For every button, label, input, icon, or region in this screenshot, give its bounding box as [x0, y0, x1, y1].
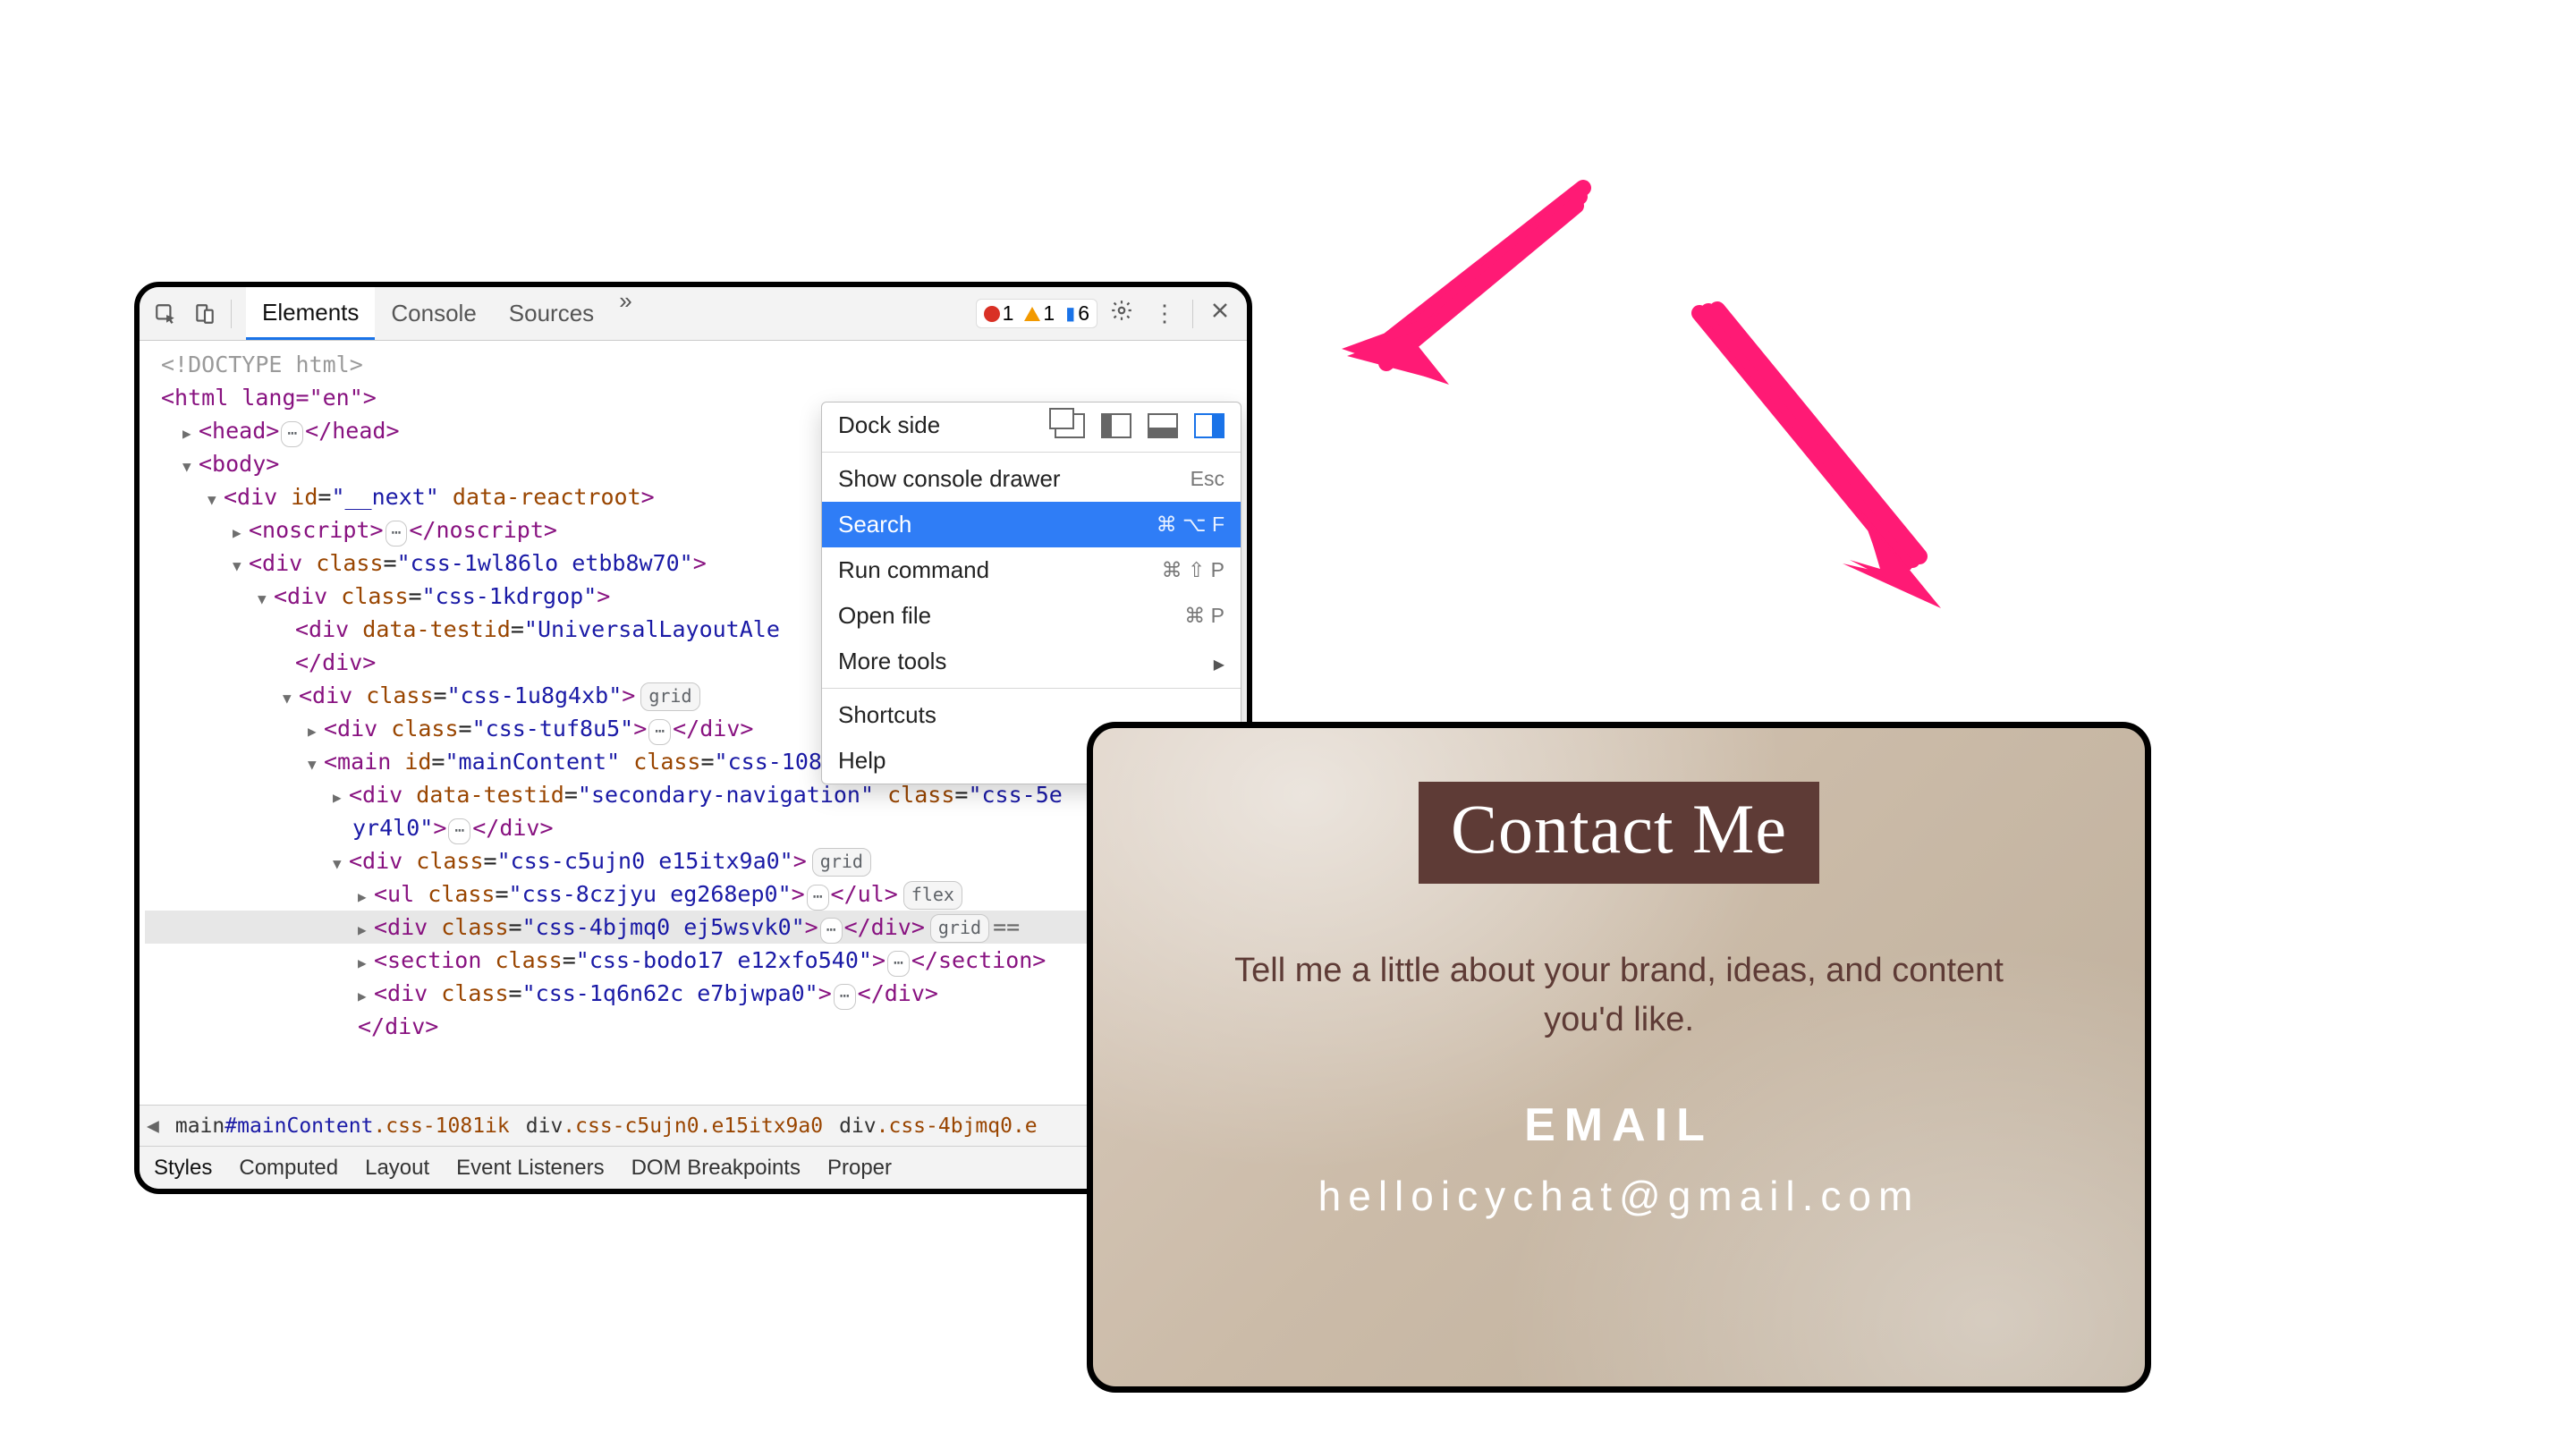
contact-card: Contact Me Tell me a little about your b… — [1087, 722, 2151, 1393]
dom-html[interactable]: <html lang="en"> — [161, 385, 377, 411]
inspect-icon[interactable] — [148, 297, 182, 331]
subtab-properties[interactable]: Proper — [827, 1156, 892, 1181]
tab-sources[interactable]: Sources — [493, 287, 610, 340]
issue-badges[interactable]: 1 1 ▮6 — [976, 299, 1097, 328]
devtools-body: <!DOCTYPE html> <html lang="en"> <head>⋯… — [140, 341, 1247, 1105]
menu-search[interactable]: Search⌘ ⌥ F — [822, 502, 1241, 547]
breadcrumb-item[interactable]: div.css-c5ujn0.e15itx9a0 — [526, 1114, 823, 1138]
grid-badge[interactable]: grid — [640, 682, 699, 711]
dock-side-label: Dock side — [838, 411, 1038, 439]
contact-subtitle: Tell me a little about your brand, ideas… — [1216, 946, 2021, 1045]
dock-popout-icon[interactable] — [1055, 413, 1085, 438]
errors-count: 1 — [1003, 301, 1014, 326]
warning-icon — [1024, 307, 1040, 321]
flex-badge[interactable]: flex — [903, 881, 962, 910]
tab-console[interactable]: Console — [375, 287, 492, 340]
menu-dock-side: Dock side — [822, 402, 1241, 448]
breadcrumb-item[interactable]: main#mainContent.css-1081ik — [175, 1114, 510, 1138]
dom-close: </div> — [295, 649, 376, 675]
styles-subtabs: Styles Computed Layout Event Listeners D… — [140, 1146, 1247, 1189]
contact-title: Contact Me — [1419, 782, 1819, 884]
close-icon[interactable] — [1202, 300, 1238, 327]
error-dot-icon — [984, 306, 1000, 322]
warnings-badge[interactable]: 1 — [1024, 301, 1055, 326]
devtools-toolbar: Elements Console Sources » 1 1 ▮6 ⋮ — [140, 287, 1247, 341]
breadcrumb-item[interactable]: div.css-4bjmq0.e — [839, 1114, 1038, 1138]
messages-badge[interactable]: ▮6 — [1065, 301, 1089, 326]
kebab-menu-icon[interactable]: ⋮ — [1146, 300, 1183, 327]
contact-email-heading: EMAIL — [1524, 1098, 1714, 1152]
subtab-computed[interactable]: Computed — [239, 1156, 338, 1181]
submenu-arrow-icon — [1214, 648, 1224, 675]
subtab-dom-breakpoints[interactable]: DOM Breakpoints — [631, 1156, 801, 1181]
errors-badge[interactable]: 1 — [984, 301, 1014, 326]
settings-gear-icon[interactable] — [1103, 299, 1140, 328]
dom-body[interactable]: <body> — [199, 451, 279, 477]
dom-doctype: <!DOCTYPE html> — [161, 352, 363, 377]
ellipsis-icon[interactable]: ⋯ — [281, 421, 303, 447]
dom-breadcrumbs[interactable]: ◀ main#mainContent.css-1081ik div.css-c5… — [140, 1105, 1247, 1146]
devtools-tabs: Elements Console Sources » — [246, 287, 641, 340]
dock-left-icon[interactable] — [1101, 413, 1131, 438]
menu-run-command[interactable]: Run command⌘ ⇧ P — [822, 547, 1241, 593]
tab-elements[interactable]: Elements — [246, 287, 375, 340]
grid-badge[interactable]: grid — [812, 848, 871, 877]
menu-more-tools[interactable]: More tools — [822, 639, 1241, 684]
contact-email: helloicychat@gmail.com — [1318, 1172, 1920, 1220]
messages-count: 6 — [1078, 301, 1089, 326]
tabs-overflow-icon[interactable]: » — [610, 287, 640, 340]
subtab-event-listeners[interactable]: Event Listeners — [456, 1156, 604, 1181]
devtools-window: Elements Console Sources » 1 1 ▮6 ⋮ <!DO… — [134, 282, 1252, 1194]
dom-head[interactable]: <head> — [199, 418, 279, 444]
dock-right-icon[interactable] — [1194, 413, 1224, 438]
message-icon: ▮ — [1065, 302, 1075, 325]
subtab-styles[interactable]: Styles — [154, 1156, 212, 1181]
menu-show-console[interactable]: Show console drawerEsc — [822, 456, 1241, 502]
breadcrumb-back-icon[interactable]: ◀ — [147, 1114, 159, 1138]
selected-dom-node[interactable]: ⋯ <div class="css-4bjmq0 ej5wsvk0">⋯</di… — [145, 911, 1247, 944]
warnings-count: 1 — [1043, 301, 1055, 326]
arrow-annotation-icon — [1673, 295, 1977, 640]
ellipsis-icon[interactable]: ⋯ — [386, 521, 408, 547]
device-toggle-icon[interactable] — [188, 297, 222, 331]
menu-open-file[interactable]: Open file⌘ P — [822, 593, 1241, 639]
subtab-layout[interactable]: Layout — [365, 1156, 429, 1181]
dock-bottom-icon[interactable] — [1148, 413, 1178, 438]
arrow-annotation-icon — [1315, 161, 1601, 416]
